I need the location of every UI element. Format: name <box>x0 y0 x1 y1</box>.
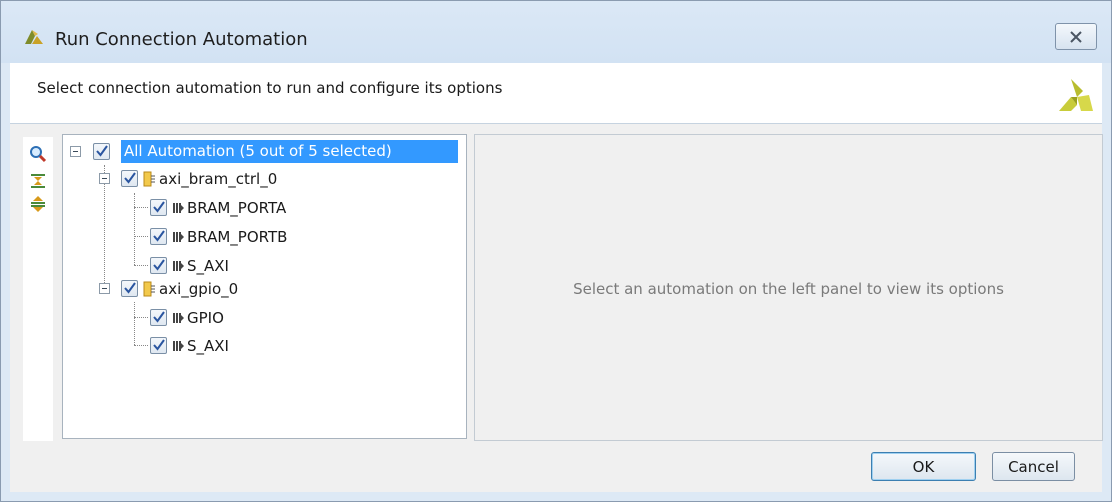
interface-icon <box>173 232 184 242</box>
check-icon <box>153 201 165 213</box>
leaf-label: GPIO <box>187 309 224 327</box>
node-checkbox[interactable] <box>121 170 138 187</box>
root-label[interactable]: All Automation (5 out of 5 selected) <box>121 140 458 163</box>
leaf-checkbox[interactable] <box>150 337 167 354</box>
check-icon <box>153 311 165 323</box>
check-icon <box>153 230 165 242</box>
expand-all-icon[interactable] <box>29 195 47 213</box>
automation-tree[interactable]: All Automation (5 out of 5 selected) axi… <box>62 134 467 439</box>
check-icon <box>96 145 108 157</box>
interface-icon <box>173 203 184 213</box>
collapse-root-toggle[interactable] <box>70 146 81 157</box>
leaf-checkbox[interactable] <box>150 257 167 274</box>
leaf-checkbox[interactable] <box>150 228 167 245</box>
run-connection-automation-dialog: Run Connection Automation Select connect… <box>0 0 1112 502</box>
options-panel: Select an automation on the left panel t… <box>474 134 1103 441</box>
cancel-button[interactable]: Cancel <box>992 452 1075 481</box>
check-icon <box>124 172 136 184</box>
close-button[interactable] <box>1055 23 1097 50</box>
check-icon <box>153 259 165 271</box>
node-label: axi_bram_ctrl_0 <box>159 170 278 188</box>
check-icon <box>124 282 136 294</box>
collapse-all-icon[interactable] <box>29 172 47 190</box>
title-bar[interactable]: Run Connection Automation <box>1 1 1111 63</box>
ip-block-icon <box>143 171 155 187</box>
tree-toolbar <box>23 137 53 441</box>
interface-icon <box>173 341 184 351</box>
collapse-node-toggle[interactable] <box>99 173 110 184</box>
collapse-node-toggle[interactable] <box>99 283 110 294</box>
window-title: Run Connection Automation <box>55 29 308 50</box>
leaf-label: BRAM_PORTA <box>187 199 287 217</box>
interface-icon <box>173 313 184 323</box>
ip-block-icon <box>143 281 155 297</box>
xilinx-logo <box>1059 79 1093 111</box>
dialog-header: Select connection automation to run and … <box>10 63 1102 124</box>
close-icon <box>1070 30 1082 43</box>
leaf-checkbox[interactable] <box>150 199 167 216</box>
leaf-label: S_AXI <box>187 337 229 355</box>
root-checkbox[interactable] <box>93 143 110 160</box>
check-icon <box>153 339 165 351</box>
ok-button[interactable]: OK <box>871 452 976 481</box>
search-icon[interactable] <box>29 145 47 163</box>
node-checkbox[interactable] <box>121 280 138 297</box>
leaf-checkbox[interactable] <box>150 309 167 326</box>
node-label: axi_gpio_0 <box>159 280 239 298</box>
vivado-app-icon <box>25 30 43 44</box>
options-placeholder: Select an automation on the left panel t… <box>573 280 1004 298</box>
leaf-label: BRAM_PORTB <box>187 228 288 246</box>
leaf-label: S_AXI <box>187 257 229 275</box>
header-instruction: Select connection automation to run and … <box>37 79 503 97</box>
interface-icon <box>173 261 184 271</box>
